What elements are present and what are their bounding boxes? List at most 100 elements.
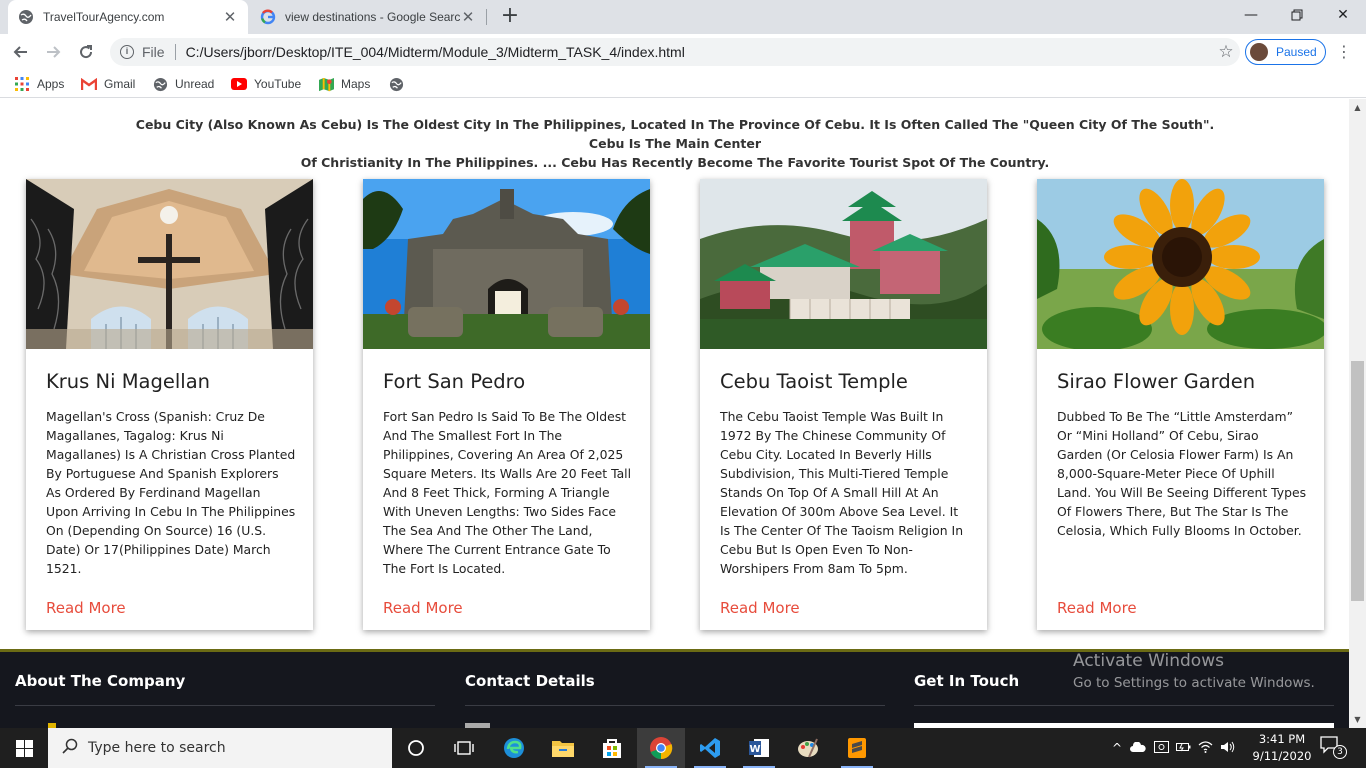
onedrive-cloud-icon[interactable] <box>1126 741 1150 755</box>
reload-icon <box>80 45 93 59</box>
info-icon[interactable]: i <box>120 45 134 59</box>
sublime-button[interactable] <box>833 728 881 768</box>
bookmark-unread[interactable]: Unread <box>152 76 214 92</box>
destination-card: Cebu Taoist Temple The Cebu Taoist Templ… <box>700 179 987 630</box>
page-scrollbar[interactable]: ▲ ▼ <box>1349 99 1366 728</box>
file-explorer-button[interactable] <box>539 728 587 768</box>
windows-taskbar: Type here to search W ^ 3:41 PM 9/11/202… <box>0 728 1366 768</box>
scroll-up-arrow-icon[interactable]: ▲ <box>1349 99 1366 116</box>
sunflower-photo <box>1037 179 1324 349</box>
cortana-button[interactable] <box>392 728 440 768</box>
card-title: Cebu Taoist Temple <box>720 370 908 393</box>
read-more-link[interactable]: Read More <box>1057 599 1137 617</box>
destination-card: Krus Ni Magellan Magellan's Cross (Spani… <box>26 179 313 630</box>
profile-button[interactable]: Paused <box>1245 39 1326 65</box>
task-view-button[interactable] <box>440 728 488 768</box>
address-bar[interactable]: i File C:/Users/jborr/Desktop/ITE_004/Mi… <box>110 38 1240 66</box>
watermark-subtitle: Go to Settings to activate Windows. <box>1073 675 1315 691</box>
taskbar-clock[interactable]: 3:41 PM 9/11/2020 <box>1250 731 1314 765</box>
back-button[interactable] <box>8 39 34 65</box>
edge-button[interactable] <box>490 728 538 768</box>
new-tab-button[interactable]: + <box>498 5 522 29</box>
reload-button[interactable] <box>73 39 99 65</box>
bookmark-label: Maps <box>341 77 371 91</box>
word-icon: W <box>749 739 769 757</box>
word-button[interactable]: W <box>735 728 783 768</box>
notification-count-badge: 3 <box>1333 745 1347 759</box>
destination-card: Sirao Flower Garden Dubbed To Be The “Li… <box>1037 179 1324 630</box>
close-window-button[interactable]: ✕ <box>1320 0 1366 30</box>
page-viewport: Cebu City (Also Known As Cebu) Is The Ol… <box>0 99 1349 728</box>
card-description: Dubbed To Be The “Little Amsterdam” Or “… <box>1057 409 1307 538</box>
globe-icon <box>388 76 404 92</box>
avatar <box>1250 43 1268 61</box>
paint-button[interactable] <box>784 728 832 768</box>
apps-grid-icon <box>14 76 30 92</box>
profile-status: Paused <box>1276 45 1317 59</box>
url-text[interactable]: C:/Users/jborr/Desktop/ITE_004/Midterm/M… <box>186 44 1212 60</box>
bookmark-maps[interactable]: Maps <box>318 76 370 92</box>
bookmark-gmail[interactable]: Gmail <box>81 76 135 92</box>
task-view-icon <box>454 741 474 755</box>
bookmark-youtube[interactable]: YouTube <box>231 76 301 92</box>
bookmark-globe[interactable] <box>388 76 411 92</box>
store-bag-icon <box>603 739 621 758</box>
restore-button[interactable] <box>1274 0 1320 30</box>
maps-icon <box>318 76 334 92</box>
gmail-icon <box>81 76 97 92</box>
tab-title: TravelTourAgency.com <box>43 10 165 24</box>
search-icon <box>62 738 78 758</box>
taoist-temple-photo <box>700 179 987 349</box>
footer-divider <box>914 705 1334 706</box>
volume-icon[interactable] <box>1216 741 1238 756</box>
menu-kebab-icon[interactable]: ⋮ <box>1336 42 1352 62</box>
battery-plug-icon[interactable] <box>1172 741 1194 756</box>
bookmark-apps[interactable]: Apps <box>14 76 64 92</box>
bookmark-star-icon[interactable]: ☆ <box>1212 42 1240 62</box>
scroll-down-arrow-icon[interactable]: ▼ <box>1349 711 1366 728</box>
magellans-cross-photo <box>26 179 313 349</box>
google-icon <box>260 9 276 25</box>
notification-center-button[interactable]: 3 <box>1320 736 1348 760</box>
minimize-button[interactable]: — <box>1228 0 1274 30</box>
tab-separator <box>486 9 487 25</box>
meet-now-icon[interactable] <box>1150 740 1172 756</box>
chrome-button[interactable] <box>637 728 685 768</box>
close-tab-icon[interactable]: ✕ <box>460 8 476 26</box>
scrollbar-thumb[interactable] <box>1351 361 1364 601</box>
clock-date: 9/11/2020 <box>1252 749 1312 763</box>
youtube-icon <box>231 76 247 92</box>
bookmark-label: Gmail <box>104 77 136 91</box>
card-description: The Cebu Taoist Temple Was Built In 1972… <box>720 409 964 576</box>
wifi-icon[interactable] <box>1194 740 1216 756</box>
tab-traveltouragency[interactable]: TravelTourAgency.com ✕ <box>8 0 248 34</box>
url-scheme: File <box>142 44 165 60</box>
tab-strip: TravelTourAgency.com ✕ view destinations… <box>0 0 1366 34</box>
system-tray: ^ <box>1108 728 1238 768</box>
card-title: Krus Ni Magellan <box>46 370 211 393</box>
chevron-up-icon[interactable]: ^ <box>1108 741 1126 755</box>
card-title: Fort San Pedro <box>383 370 526 393</box>
vscode-button[interactable] <box>686 728 734 768</box>
vscode-icon <box>700 738 720 758</box>
forward-button[interactable] <box>40 39 66 65</box>
read-more-link[interactable]: Read More <box>720 599 800 617</box>
globe-icon <box>152 76 168 92</box>
bookmark-label: YouTube <box>254 77 302 91</box>
cortana-circle-icon <box>408 740 424 756</box>
windows-logo-icon <box>15 739 33 757</box>
read-more-link[interactable]: Read More <box>383 599 463 617</box>
arrow-right-icon <box>47 46 61 58</box>
store-button[interactable] <box>588 728 636 768</box>
footer-heading-about: About The Company <box>15 672 186 690</box>
bookmark-label: Unread <box>175 77 215 91</box>
globe-icon <box>18 9 34 25</box>
tab-title: view destinations - Google Searc <box>285 10 460 24</box>
close-tab-icon[interactable]: ✕ <box>222 8 238 26</box>
tab-google-search[interactable]: view destinations - Google Searc ✕ <box>250 0 486 34</box>
taskbar-search-box[interactable]: Type here to search <box>48 728 392 768</box>
start-button[interactable] <box>0 728 48 768</box>
footer-heading-contact: Contact Details <box>465 672 595 690</box>
read-more-link[interactable]: Read More <box>46 599 126 617</box>
chrome-icon <box>650 737 673 760</box>
